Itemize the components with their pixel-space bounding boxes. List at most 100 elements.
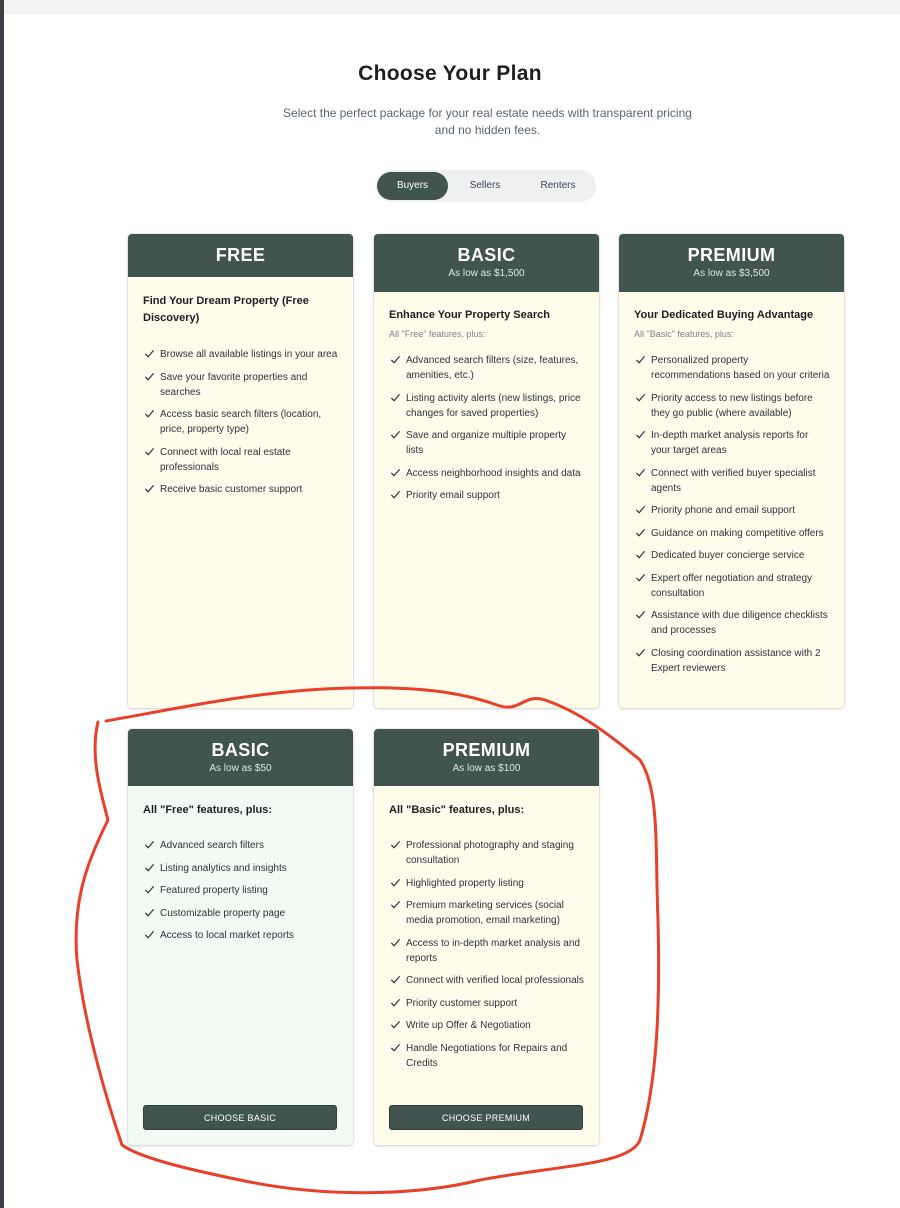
check-icon [635, 528, 646, 537]
check-icon [144, 908, 155, 917]
plan-subtitle: Find Your Dream Property (Free Discovery… [143, 295, 309, 324]
plan-card-premium: PREMIUM As low as $3,500 Your Dedicated … [619, 234, 844, 708]
check-icon [635, 355, 646, 364]
feature-item: Featured property listing [143, 883, 339, 898]
page-subtitle: Select the perfect package for your real… [283, 106, 692, 137]
feature-list: Advanced search filters (size, features,… [389, 353, 585, 503]
feature-item: Premium marketing services (social media… [389, 898, 585, 928]
check-icon [390, 490, 401, 499]
window-edge [0, 0, 4, 1208]
feature-text: Premium marketing services (social media… [406, 900, 564, 926]
check-icon [635, 648, 646, 657]
choose-premium-button[interactable]: CHOOSE PREMIUM [389, 1105, 583, 1130]
feature-item: Connect with verified buyer specialist a… [634, 466, 830, 496]
feature-text: Highlighted property listing [406, 877, 524, 889]
feature-text: Featured property listing [160, 885, 268, 896]
tab-buyers[interactable]: Buyers [377, 172, 448, 200]
plan-price: As low as $50 [209, 763, 272, 774]
feature-text: Customizable property page [160, 907, 286, 919]
check-icon [144, 930, 155, 939]
feature-text: Connect with local real estate professio… [160, 446, 291, 473]
plan-price: As low as $100 [452, 763, 521, 774]
check-icon [390, 938, 401, 947]
feature-text: Listing activity alerts (new listings, p… [406, 392, 581, 419]
feature-item: Advanced search filters [143, 838, 339, 853]
check-icon [635, 610, 646, 619]
feature-item: Professional photography and staging con… [389, 838, 585, 868]
feature-text: Priority email support [406, 490, 500, 501]
check-icon [390, 998, 401, 1007]
feature-list: Professional photography and staging con… [389, 838, 585, 1071]
check-icon [390, 878, 401, 887]
plan-title: FREE [215, 245, 266, 265]
page-title: Choose Your Plan [358, 62, 542, 85]
feature-text: In-depth market analysis reports for you… [651, 430, 809, 456]
feature-text: Priority phone and email support [651, 505, 795, 516]
feature-text: Expert offer negotiation and strategy co… [651, 572, 813, 599]
check-icon [390, 975, 401, 984]
check-icon [390, 1043, 401, 1052]
feature-item: Dedicated buyer concierge service [634, 548, 830, 563]
check-icon [144, 840, 155, 849]
feature-item: Access to local market reports [143, 928, 339, 943]
plan-note: All "Free" features, plus: [389, 329, 486, 339]
check-icon [635, 393, 646, 402]
feature-item: Priority access to new listings before t… [634, 391, 830, 421]
feature-item: Access neighborhood insights and data [389, 466, 585, 481]
plan-price: As low as $1,500 [448, 268, 525, 279]
feature-text: Personalized property recommendations ba… [651, 355, 830, 381]
feature-item: Receive basic customer support [143, 482, 339, 497]
feature-item: Listing analytics and insights [143, 861, 339, 876]
plan-note: All "Basic" features, plus: [634, 329, 734, 339]
feature-text: Connect with verified local professional… [406, 975, 584, 986]
check-icon [635, 468, 646, 477]
feature-item: Access to in-depth market analysis and r… [389, 936, 585, 966]
feature-item: Handle Negotiations for Repairs and Cred… [389, 1041, 585, 1071]
feature-item: Priority phone and email support [634, 503, 830, 518]
plan-subtitle: Your Dedicated Buying Advantage [634, 309, 814, 321]
plan-subtitle: All "Basic" features, plus: [389, 804, 525, 816]
feature-item: Expert offer negotiation and strategy co… [634, 571, 830, 601]
choose-basic-button[interactable]: CHOOSE BASIC [143, 1105, 337, 1130]
plan-title: BASIC [457, 245, 516, 265]
feature-text: Write up Offer & Negotiation [406, 1020, 531, 1031]
feature-list: Personalized property recommendations ba… [634, 353, 830, 676]
feature-item: Assistance with due diligence checklists… [634, 608, 830, 638]
feature-item: Browse all available listings in your ar… [143, 347, 339, 362]
feature-list: Browse all available listings in your ar… [143, 347, 339, 497]
check-icon [144, 349, 155, 358]
feature-item: Write up Offer & Negotiation [389, 1018, 585, 1033]
check-icon [390, 1020, 401, 1029]
feature-item: Closing coordination assistance with 2 E… [634, 646, 830, 676]
check-icon [390, 393, 401, 402]
check-icon [635, 505, 646, 514]
feature-item: Advanced search filters (size, features,… [389, 353, 585, 383]
plan-header: PREMIUM As low as $100 [374, 729, 599, 786]
check-icon [390, 430, 401, 439]
feature-item: Priority customer support [389, 996, 585, 1011]
feature-item: Listing activity alerts (new listings, p… [389, 391, 585, 421]
feature-text: Closing coordination assistance with 2 E… [651, 647, 821, 674]
feature-item: Connect with local real estate professio… [143, 445, 339, 475]
feature-item: Highlighted property listing [389, 876, 585, 891]
plan-title: PREMIUM [687, 245, 776, 265]
check-icon [390, 900, 401, 909]
feature-item: Customizable property page [143, 906, 339, 921]
feature-text: Receive basic customer support [160, 484, 303, 495]
check-icon [390, 468, 401, 477]
tab-sellers[interactable]: Sellers [450, 172, 520, 200]
feature-text: Guidance on making competitive offers [651, 527, 824, 539]
check-icon [144, 409, 155, 418]
plan-title: BASIC [211, 740, 270, 760]
plan-card-seller-basic: BASIC As low as $50 All "Free" features,… [128, 729, 353, 1145]
feature-text: Priority access to new listings before t… [651, 392, 813, 419]
feature-text: Handle Negotiations for Repairs and Cred… [406, 1042, 568, 1069]
tab-renters[interactable]: Renters [522, 172, 594, 200]
feature-item: Save your favorite properties and search… [143, 370, 339, 400]
plan-card-basic: BASIC As low as $1,500 Enhance Your Prop… [374, 234, 599, 708]
plan-subtitle: All "Free" features, plus: [143, 804, 273, 816]
check-icon [390, 840, 401, 849]
feature-text: Access neighborhood insights and data [406, 467, 581, 479]
feature-text: Browse all available listings in your ar… [160, 349, 338, 360]
plan-price: As low as $3,500 [693, 268, 770, 279]
